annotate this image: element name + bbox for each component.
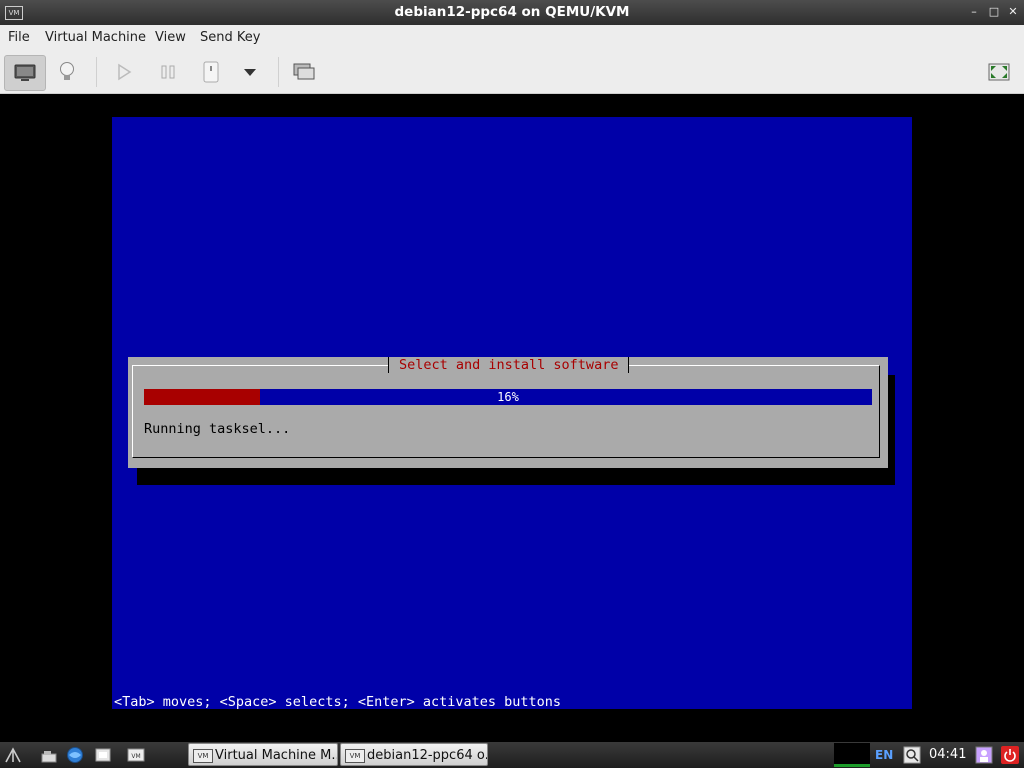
file-manager-icon[interactable] — [94, 746, 112, 764]
toolbar-separator — [96, 57, 97, 87]
menu-view[interactable]: View — [155, 30, 186, 45]
play-icon — [118, 63, 132, 81]
start-menu-icon[interactable] — [4, 746, 22, 764]
clock[interactable]: 04:41 — [929, 747, 966, 762]
window-titlebar[interactable]: VM debian12-ppc64 on QEMU/KVM – □ ✕ — [0, 0, 1024, 25]
menu-bar: File Virtual Machine View Send Key — [0, 25, 1024, 52]
close-icon[interactable]: ✕ — [1006, 5, 1020, 19]
vm-icon: VM — [345, 749, 365, 763]
shutdown-menu-button[interactable] — [230, 55, 270, 89]
user-icon[interactable] — [975, 746, 993, 764]
taskbar: VM VM Virtual Machine M... VM debian12-p… — [0, 742, 1024, 768]
shutdown-icon — [203, 61, 219, 83]
pause-button[interactable] — [148, 55, 188, 89]
dialog-frame — [132, 365, 880, 458]
dropdown-icon — [244, 69, 256, 76]
browser-icon[interactable] — [66, 746, 84, 764]
maximize-icon[interactable]: □ — [987, 5, 1001, 19]
shutdown-button[interactable] — [191, 55, 231, 89]
progress-bar: 16% — [144, 389, 872, 405]
menu-send-key[interactable]: Send Key — [200, 30, 260, 45]
installer-dialog: Select and install software 16% Running … — [128, 357, 888, 468]
progress-percent: 16% — [497, 390, 519, 404]
snapshot-button[interactable] — [284, 55, 324, 89]
vm-icon: VM — [193, 749, 213, 763]
keyboard-help-line: <Tab> moves; <Space> selects; <Enter> ac… — [114, 694, 562, 710]
menu-file[interactable]: File — [8, 30, 30, 45]
power-icon[interactable] — [1001, 746, 1019, 764]
task-label: debian12-ppc64 o... — [367, 748, 488, 763]
menu-virtual-machine[interactable]: Virtual Machine — [45, 30, 146, 45]
snapshot-icon — [293, 63, 315, 80]
search-icon[interactable] — [903, 746, 921, 764]
dialog-title: Select and install software — [388, 357, 630, 373]
cpu-monitor — [834, 743, 870, 767]
status-text: Running tasksel... — [144, 421, 291, 437]
pause-icon — [161, 65, 175, 79]
details-button[interactable] — [47, 55, 87, 89]
task-debian12-ppc64[interactable]: VM debian12-ppc64 o... — [340, 743, 488, 766]
fullscreen-icon — [988, 63, 1010, 81]
toolbar — [0, 51, 1024, 94]
lightbulb-icon — [60, 62, 74, 80]
window-title: debian12-ppc64 on QEMU/KVM — [394, 4, 630, 20]
svg-text:VM: VM — [131, 753, 140, 760]
console-button[interactable] — [4, 55, 46, 91]
run-button[interactable] — [104, 55, 144, 89]
fullscreen-button[interactable] — [979, 55, 1019, 89]
language-indicator[interactable]: EN — [875, 748, 893, 762]
task-label: Virtual Machine M... — [215, 748, 338, 763]
task-virtual-machine-manager[interactable]: VM Virtual Machine M... — [188, 743, 338, 766]
toolbar-separator — [278, 57, 279, 87]
console-icon — [14, 64, 36, 81]
minimize-icon[interactable]: – — [967, 5, 981, 19]
show-desktop-icon[interactable] — [40, 746, 58, 764]
vm-manager-launcher-icon[interactable]: VM — [127, 746, 145, 764]
